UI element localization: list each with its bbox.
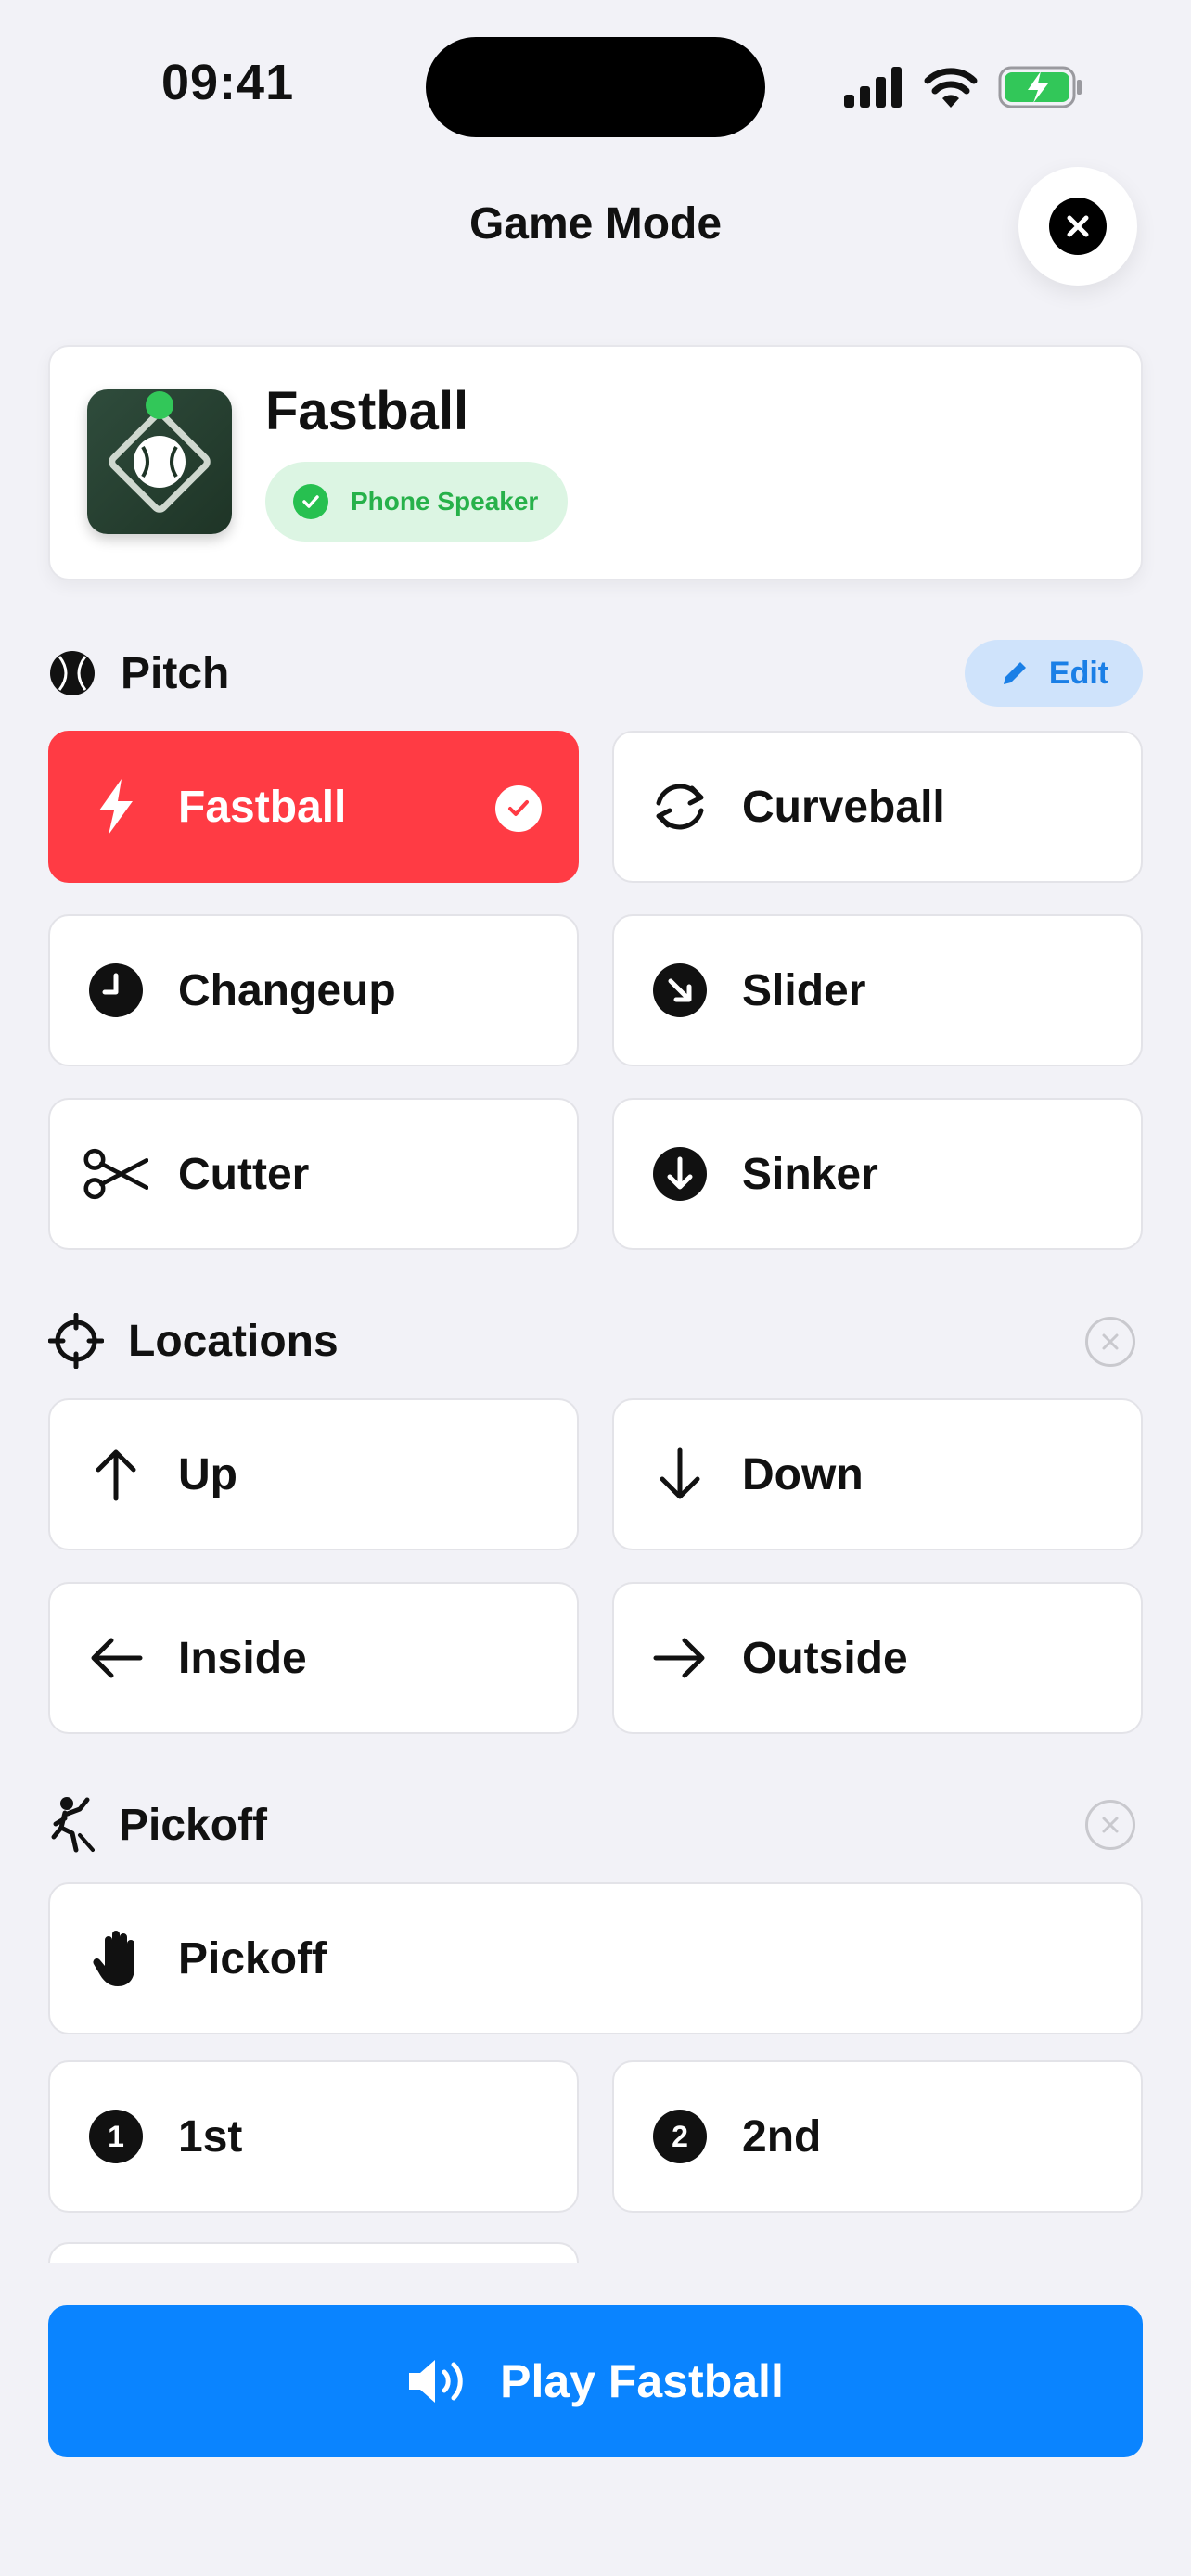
status-icons [844, 61, 1083, 113]
baseball-icon [50, 651, 95, 695]
current-pitch-title: Fastball [265, 381, 469, 441]
speaker-wave-icon [409, 2360, 463, 2403]
clear-icon [1102, 1817, 1119, 1833]
arrow-right-icon [647, 1626, 712, 1690]
arrow-down-circle-icon [647, 1141, 712, 1206]
location-tile-inside[interactable]: Inside [48, 1582, 579, 1734]
hand-raised-icon [83, 1926, 148, 1991]
status-time: 09:41 [161, 55, 295, 110]
arrow-left-icon [83, 1626, 148, 1690]
arrow-down-icon [647, 1442, 712, 1507]
signal-icon [844, 67, 902, 108]
clear-locations-button[interactable] [1085, 1317, 1135, 1367]
locations-section-label: Locations [128, 1316, 339, 1366]
edit-label: Edit [1048, 655, 1109, 691]
pitch-tile-fastball[interactable]: Fastball [48, 731, 579, 883]
arrow-up-icon [83, 1442, 148, 1507]
pitch-tile-label: Slider [742, 965, 866, 1015]
clock-icon [83, 958, 148, 1023]
location-tile-label: Inside [178, 1633, 307, 1683]
pitch-tile-label: Curveball [742, 782, 945, 832]
play-button-label: Play Fastball [500, 2355, 784, 2407]
pitch-section-label: Pitch [121, 648, 230, 698]
page-title: Game Mode [468, 199, 723, 249]
pencil-icon [1003, 662, 1026, 684]
pickoff-tile-second[interactable]: 2 2nd [612, 2060, 1143, 2213]
svg-text:1: 1 [108, 2120, 124, 2153]
close-icon [1049, 198, 1107, 255]
pickoff-section-header: Pickoff [48, 1788, 267, 1862]
location-tile-outside[interactable]: Outside [612, 1582, 1143, 1734]
rotate-icon [647, 774, 712, 839]
pickoff-section-label: Pickoff [119, 1800, 268, 1850]
wifi-icon [924, 68, 978, 108]
pitch-section-header: Pitch [48, 636, 229, 710]
scope-icon [48, 1313, 104, 1369]
number-2-circle-icon: 2 [647, 2104, 712, 2169]
pickoff-tile-label: Pickoff [178, 1933, 327, 1983]
bolt-icon [83, 774, 148, 839]
locations-section-header: Locations [48, 1304, 339, 1378]
pitch-tile-label: Fastball [178, 782, 347, 832]
active-indicator [146, 391, 173, 419]
selected-checkmark-icon [495, 785, 542, 832]
output-badge: Phone Speaker [265, 462, 569, 542]
pitch-tile-sinker[interactable]: Sinker [612, 1098, 1143, 1250]
pitcher-figure-icon [51, 1797, 95, 1853]
pitch-tile-curveball[interactable]: Curveball [612, 731, 1143, 883]
location-tile-up[interactable]: Up [48, 1398, 579, 1550]
clear-pickoff-button[interactable] [1085, 1800, 1135, 1850]
pickoff-tile-label: 1st [178, 2111, 243, 2162]
battery-charging-icon [998, 66, 1082, 108]
pitch-tile-label: Sinker [742, 1149, 878, 1199]
location-tile-label: Outside [742, 1633, 908, 1683]
pitch-tile-slider[interactable]: Slider [612, 914, 1143, 1066]
location-tile-label: Up [178, 1449, 237, 1499]
clear-icon [1102, 1333, 1119, 1350]
pitch-tile-cutter[interactable]: Cutter [48, 1098, 579, 1250]
pitch-tile-label: Changeup [178, 965, 396, 1015]
play-button[interactable]: Play Fastball [48, 2305, 1143, 2457]
scissors-icon [83, 1141, 148, 1206]
arrow-down-right-circle-icon [647, 958, 712, 1023]
pickoff-tile[interactable]: Pickoff [48, 1882, 1143, 2034]
pitch-tile-label: Cutter [178, 1149, 310, 1199]
pickoff-tile-label: 2nd [742, 2111, 822, 2162]
close-button[interactable] [1018, 167, 1137, 286]
checkmark-circle-icon [293, 484, 328, 519]
output-label: Phone Speaker [351, 487, 539, 516]
pitch-tile-changeup[interactable]: Changeup [48, 914, 579, 1066]
location-tile-down[interactable]: Down [612, 1398, 1143, 1550]
dynamic-island [426, 37, 765, 137]
number-1-circle-icon: 1 [83, 2104, 148, 2169]
svg-text:2: 2 [672, 2120, 688, 2153]
edit-button[interactable]: Edit [965, 640, 1143, 707]
pickoff-tile-first[interactable]: 1 1st [48, 2060, 579, 2213]
location-tile-label: Down [742, 1449, 864, 1499]
